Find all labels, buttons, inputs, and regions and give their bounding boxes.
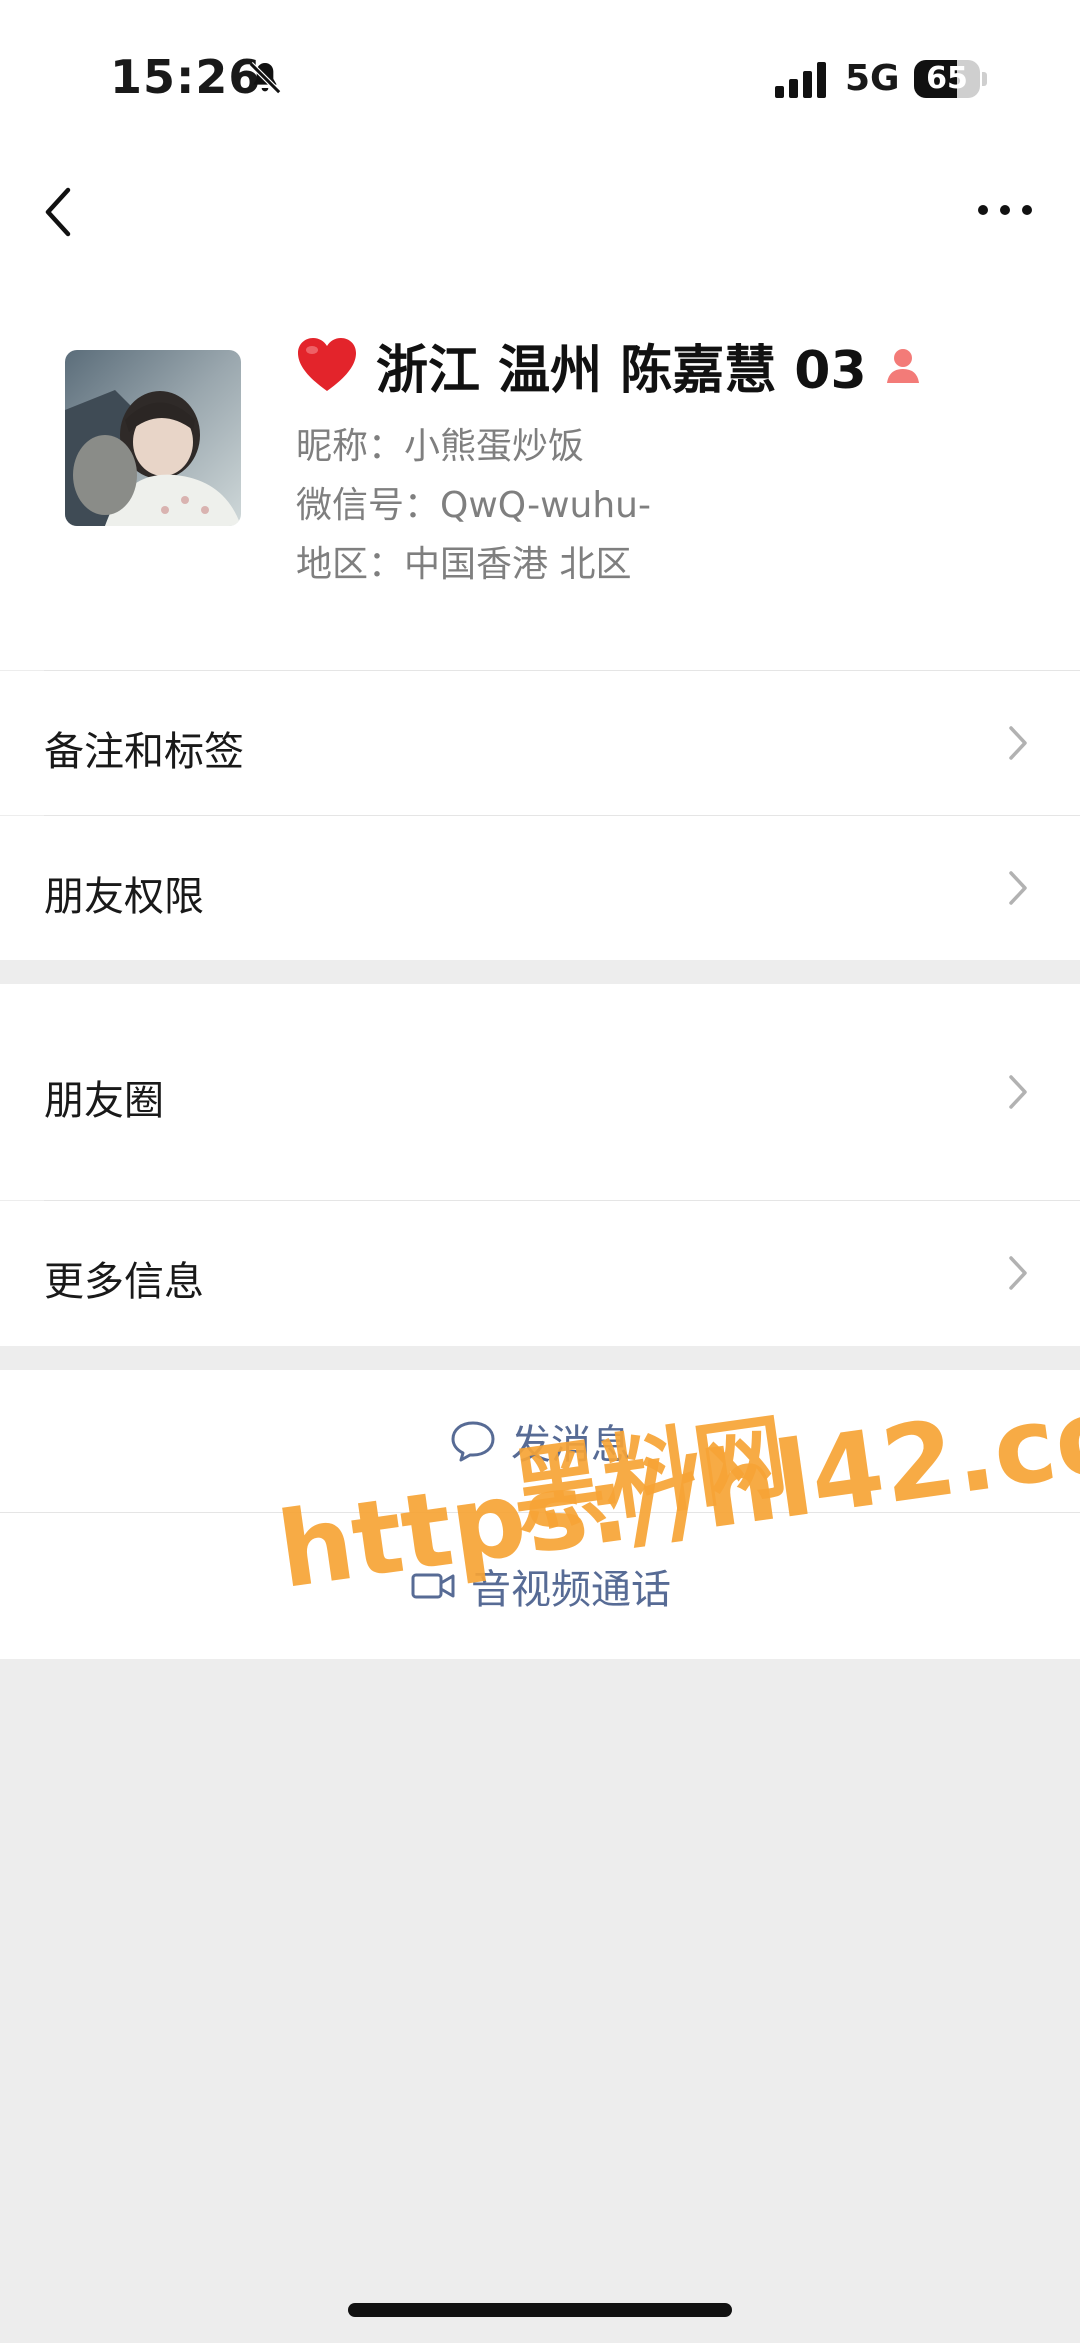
profile-header: 浙江 温州 陈嘉慧 03 昵称：小熊蛋炒饭 微信号：QwQ-wuhu- 地区：中… — [0, 280, 1080, 670]
name-row: 浙江 温州 陈嘉慧 03 — [296, 330, 923, 401]
female-icon — [886, 349, 919, 383]
chevron-right-icon — [1009, 726, 1027, 760]
nav-bar — [0, 150, 1080, 280]
home-indicator[interactable] — [348, 2303, 732, 2317]
battery-level: 65 — [926, 61, 968, 96]
avatar[interactable] — [65, 350, 241, 526]
status-bar: 15:26 5G 65 — [0, 0, 1080, 150]
contact-name: 浙江 温州 陈嘉慧 03 — [376, 340, 867, 401]
chevron-right-icon — [1009, 1075, 1027, 1109]
more-info-row[interactable]: 更多信息 — [0, 1201, 1080, 1346]
status-time: 15:26 — [110, 50, 262, 104]
remarks-and-tags-row[interactable]: 备注和标签 — [0, 671, 1080, 815]
moments-label: 朋友圈 — [44, 1078, 164, 1124]
ellipsis-icon[interactable] — [975, 195, 1035, 225]
permissions-label: 朋友权限 — [44, 874, 204, 920]
friend-permissions-row[interactable]: 朋友权限 — [0, 816, 1080, 960]
remarks-label: 备注和标签 — [44, 729, 244, 775]
battery-icon: 65 — [914, 60, 987, 98]
bell-muted-icon — [248, 61, 282, 95]
wechat-id-label: 微信号：QwQ-wuhu- — [296, 485, 651, 526]
region-label: 地区：中国香港 北区 — [296, 544, 632, 585]
more-info-label: 更多信息 — [44, 1259, 204, 1305]
chevron-right-icon — [1009, 871, 1027, 905]
chevron-left-icon[interactable] — [40, 182, 80, 242]
chat-bubble-icon — [451, 1421, 495, 1462]
signal-icon — [775, 62, 826, 98]
network-type: 5G — [845, 58, 900, 99]
chevron-right-icon — [1009, 1256, 1027, 1290]
red-heart-icon — [298, 338, 356, 391]
moments-row[interactable]: 朋友圈 — [0, 984, 1080, 1200]
nickname-label: 昵称：小熊蛋炒饭 — [296, 426, 585, 467]
